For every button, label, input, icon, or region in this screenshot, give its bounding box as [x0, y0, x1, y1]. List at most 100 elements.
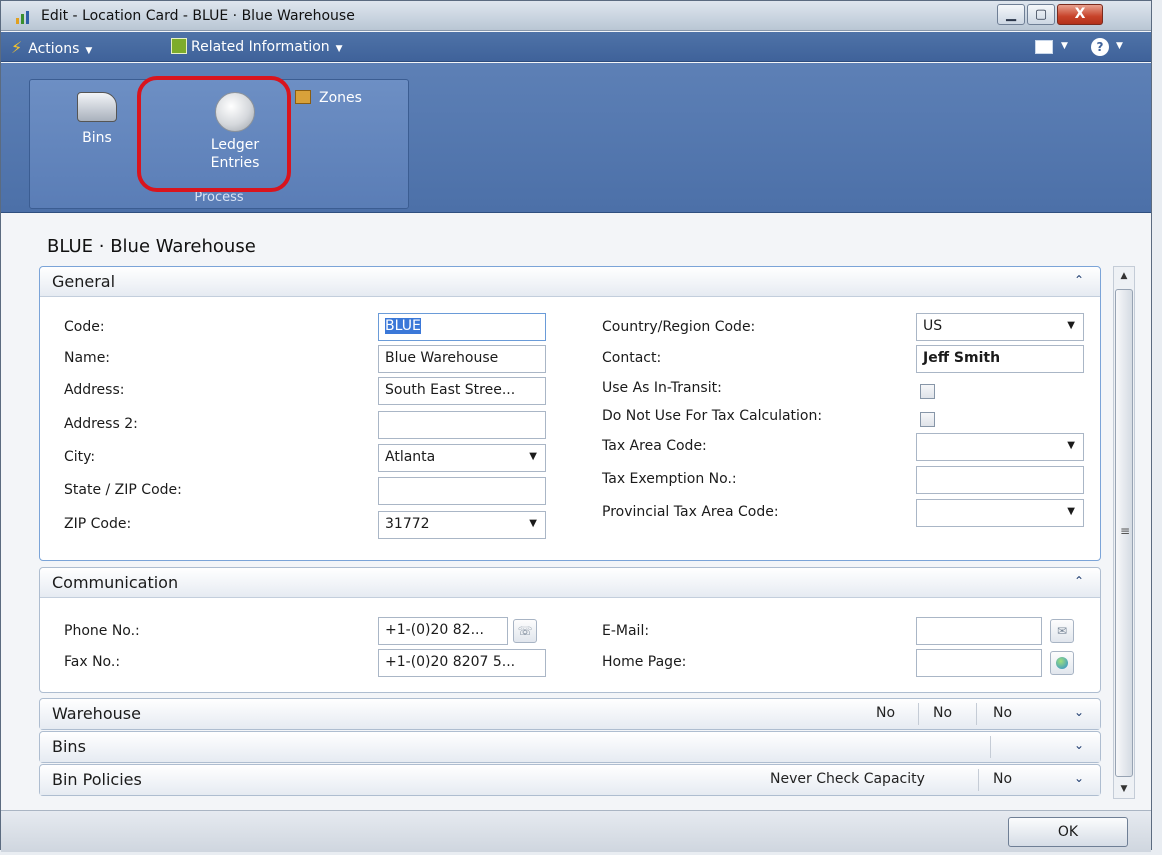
no-tax-label: Do Not Use For Tax Calculation: [602, 408, 823, 424]
separator [976, 703, 977, 725]
warehouse-summary-2: No [933, 705, 953, 721]
code-field[interactable]: BLUE [378, 313, 546, 341]
communication-header[interactable]: Communication ⌃ [40, 568, 1100, 598]
actions-menu[interactable]: ⚡ Actions ▼ [11, 38, 92, 57]
bins-button[interactable]: Bins [70, 92, 124, 146]
maximize-icon: ▢ [1034, 7, 1048, 22]
state-field[interactable] [378, 477, 546, 505]
separator [918, 703, 919, 725]
separator [978, 769, 979, 791]
city-field[interactable]: Atlanta ▼ [378, 444, 546, 472]
address2-field[interactable] [378, 411, 546, 439]
chevron-down-icon[interactable]: ▼ [1116, 41, 1123, 51]
contact-label: Contact: [602, 350, 662, 366]
provincial-tax-field[interactable]: ▼ [916, 499, 1084, 527]
bins-header[interactable]: Bins ⌄ [40, 732, 1100, 762]
close-icon: X [1074, 6, 1086, 22]
tax-area-field[interactable]: ▼ [916, 433, 1084, 461]
zones-button[interactable]: Zones [295, 90, 405, 106]
process-group-label: Process [194, 190, 244, 205]
menu-bar: ⚡ Actions ▼ Related Information ▼ ▼ ? ▼ [1, 32, 1151, 62]
tax-area-label: Tax Area Code: [602, 438, 707, 454]
zip-label: ZIP Code: [64, 516, 132, 532]
title-bar: Edit - Location Card - BLUE · Blue Wareh… [1, 1, 1151, 31]
minimize-icon: ▁ [1006, 7, 1016, 22]
warehouse-fasttab: Warehouse No No No ⌄ [39, 698, 1101, 730]
chevron-down-icon[interactable]: ▼ [1061, 41, 1068, 51]
communication-title: Communication [52, 573, 179, 592]
bin-policies-fasttab: Bin Policies Never Check Capacity No ⌄ [39, 764, 1101, 796]
email-field[interactable] [916, 617, 1042, 645]
name-field[interactable]: Blue Warehouse [378, 345, 546, 373]
scroll-thumb[interactable]: ≡ [1115, 289, 1133, 777]
warehouse-title: Warehouse [52, 704, 141, 723]
country-label: Country/Region Code: [602, 319, 756, 335]
zip-field[interactable]: 31772 ▼ [378, 511, 546, 539]
home-page-field[interactable] [916, 649, 1042, 677]
globe-icon-image [1056, 657, 1068, 669]
address2-label: Address 2: [64, 416, 138, 432]
scroll-down-icon[interactable]: ▼ [1114, 780, 1134, 798]
dropdown-icon[interactable]: ▼ [1067, 506, 1075, 517]
dropdown-icon[interactable]: ▼ [1067, 320, 1075, 331]
bins-icon [77, 92, 117, 122]
tax-exemption-field[interactable] [916, 466, 1084, 494]
help-icon[interactable]: ? [1091, 38, 1109, 56]
fax-field[interactable]: +1-(0)20 8207 5... [378, 649, 546, 677]
in-transit-label: Use As In-Transit: [602, 380, 722, 396]
general-header[interactable]: General ⌃ [40, 267, 1100, 297]
warehouse-header[interactable]: Warehouse No No No ⌄ [40, 699, 1100, 729]
bin-policies-header[interactable]: Bin Policies Never Check Capacity No ⌄ [40, 765, 1100, 795]
address-label: Address: [64, 382, 125, 398]
grip-icon: ≡ [1120, 524, 1131, 538]
location-card-window: Edit - Location Card - BLUE · Blue Wareh… [0, 0, 1152, 852]
home-page-label: Home Page: [602, 654, 687, 670]
code-label: Code: [64, 319, 105, 335]
card-content: BLUE · Blue Warehouse General ⌃ Code: BL… [1, 214, 1151, 852]
dropdown-icon[interactable]: ▼ [529, 451, 537, 462]
contact-field[interactable]: Jeff Smith [916, 345, 1084, 373]
address-field[interactable]: South East Stree... [378, 377, 546, 405]
name-label: Name: [64, 350, 111, 366]
no-tax-checkbox[interactable] [920, 412, 935, 427]
app-icon [16, 11, 29, 24]
chevron-down-icon: ⌄ [1073, 705, 1084, 719]
chevron-up-icon: ⌃ [1073, 273, 1084, 287]
bins-label: Bins [82, 130, 112, 146]
chevron-down-icon: ▼ [85, 46, 93, 56]
code-value: BLUE [385, 318, 421, 334]
warehouse-summary-3: No [993, 705, 1013, 721]
page-title: BLUE · Blue Warehouse [47, 236, 256, 257]
minimize-button[interactable]: ▁ [997, 4, 1025, 25]
zones-icon [295, 90, 311, 104]
related-information-menu[interactable]: Related Information ▼ [171, 38, 343, 55]
send-email-icon[interactable]: ✉ [1050, 619, 1074, 643]
call-icon[interactable]: ☏ [513, 619, 537, 643]
vertical-scrollbar[interactable]: ▲ ≡ ▼ [1113, 266, 1135, 799]
globe-icon[interactable] [1050, 651, 1074, 675]
related-information-icon [171, 38, 187, 54]
chevron-up-icon: ⌃ [1073, 574, 1084, 588]
ledger-entries-highlight [137, 76, 291, 192]
ok-button[interactable]: OK [1008, 817, 1128, 847]
bin-policies-title: Bin Policies [52, 770, 142, 789]
layout-icon[interactable] [1035, 40, 1053, 54]
actions-label: Actions [28, 41, 80, 57]
state-label: State / ZIP Code: [64, 482, 182, 498]
dropdown-icon[interactable]: ▼ [1067, 440, 1075, 451]
fax-label: Fax No.: [64, 654, 121, 670]
bins-title: Bins [52, 737, 86, 756]
warehouse-summary-1: No [876, 705, 896, 721]
scroll-up-icon[interactable]: ▲ [1114, 267, 1134, 285]
tax-exemption-label: Tax Exemption No.: [602, 471, 737, 487]
phone-field[interactable]: +1-(0)20 82... [378, 617, 508, 645]
in-transit-checkbox[interactable] [920, 384, 935, 399]
maximize-button[interactable]: ▢ [1027, 4, 1055, 25]
general-title: General [52, 272, 116, 291]
related-information-label: Related Information [191, 39, 330, 55]
chevron-down-icon: ⌄ [1073, 738, 1084, 752]
chevron-down-icon: ⌄ [1073, 771, 1084, 785]
country-field[interactable]: US ▼ [916, 313, 1084, 341]
close-button[interactable]: X [1057, 4, 1103, 25]
dropdown-icon[interactable]: ▼ [529, 518, 537, 529]
